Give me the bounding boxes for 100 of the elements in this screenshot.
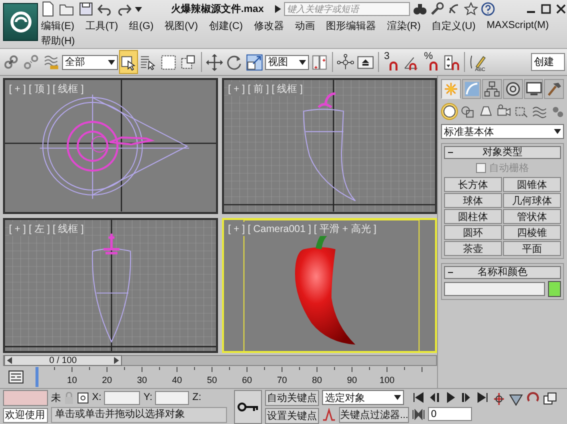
hierarchy-tab[interactable]	[482, 79, 502, 99]
caret-icon	[299, 60, 306, 64]
object-type-button[interactable]: 圆环	[444, 225, 502, 240]
rectangle-selection-icon	[160, 52, 177, 72]
go-to-end-icon[interactable]	[476, 391, 489, 404]
geometry-category-button[interactable]	[441, 103, 458, 120]
object-type-button[interactable]: 管状体	[503, 209, 561, 224]
menu-item[interactable]: 动画	[294, 18, 316, 32]
mini-curve-editor-icon[interactable]	[8, 370, 24, 384]
app-logo-icon[interactable]	[3, 3, 38, 41]
percent-snap-button[interactable]: %	[422, 50, 441, 74]
rollout-header[interactable]: 名称和颜色	[444, 266, 561, 279]
transform-mode-icon[interactable]	[77, 392, 89, 404]
frame-tick-label: 40	[172, 375, 182, 385]
frame-tick-label: 30	[137, 375, 147, 385]
caret-icon	[394, 395, 401, 400]
object-type-button[interactable]: 几何球体	[503, 193, 561, 208]
select-object-button[interactable]	[119, 50, 138, 74]
frame-tick-label: 50	[207, 375, 217, 385]
scale-icon	[246, 52, 263, 72]
menu-item[interactable]: 工具(T)	[84, 18, 120, 32]
menu-item[interactable]: MAXScript(M)	[486, 20, 550, 31]
utilities-tab[interactable]	[544, 79, 564, 99]
set-key-mode-button[interactable]: 设置关键点	[265, 408, 319, 424]
selection-status: 未	[51, 392, 61, 404]
snap-toggle-icon	[389, 61, 398, 71]
key-icon	[237, 401, 259, 413]
set-key-button[interactable]	[234, 390, 262, 424]
coordinate-label: Z:	[192, 392, 202, 403]
reference-coordinate-dropdown[interactable]: 视图	[265, 54, 309, 70]
frame-tick-label: 20	[102, 375, 112, 385]
menu-item[interactable]: 视图(V)	[164, 18, 199, 32]
coordinate-label: X:	[92, 392, 102, 403]
motion-tab[interactable]	[503, 79, 523, 99]
frame-tick-label: 10	[67, 375, 77, 385]
object-class-dropdown[interactable]: 标准基本体	[441, 124, 564, 139]
close-icon[interactable]	[555, 3, 567, 15]
caret-icon	[554, 129, 561, 134]
menu-item[interactable]: 编辑(E)	[40, 18, 76, 32]
object-type-button[interactable]: 圆柱体	[444, 209, 502, 224]
display-tab[interactable]	[524, 79, 544, 99]
key-mode-toggle-icon[interactable]	[412, 408, 425, 420]
zoom-axis-icon[interactable]	[492, 392, 506, 406]
object-type-button[interactable]: 茶壶	[444, 241, 502, 256]
arrow-left-icon[interactable]	[7, 357, 12, 364]
star-icon[interactable]	[464, 2, 478, 16]
object-type-button[interactable]: 长方体	[444, 177, 502, 192]
maximize-viewport-icon[interactable]	[543, 392, 557, 406]
key-mode-dropdown[interactable]: 选定对象	[322, 390, 404, 405]
maximize-icon[interactable]	[540, 3, 552, 15]
object-type-button[interactable]: 圆锥体	[503, 177, 561, 192]
object-type-button[interactable]: 球体	[444, 193, 502, 208]
color-swatch[interactable]	[548, 281, 561, 297]
object-type-button[interactable]: 平面	[503, 241, 561, 256]
go-to-start-icon[interactable]	[412, 391, 425, 404]
move-icon	[206, 52, 223, 72]
manipulate-icon	[337, 52, 354, 72]
key-filters-button[interactable]: 关键点过滤器...	[339, 407, 409, 423]
menu-item[interactable]: 渲染(R)	[386, 18, 422, 32]
menu-item[interactable]: 图形编辑器	[324, 18, 377, 32]
previous-frame-icon[interactable]	[428, 391, 441, 404]
track-bar[interactable]: 10 20 30 40 50 60 70 80 90 100	[30, 367, 432, 387]
selection-filter-dropdown[interactable]: 全部	[62, 54, 118, 70]
window-crossing-icon	[180, 52, 197, 72]
welcome-field[interactable]: 欢迎使用	[3, 408, 48, 423]
menu-item[interactable]: 帮助(H)	[40, 34, 76, 48]
auto-key-button[interactable]: 自动关键点	[265, 390, 319, 406]
caret-icon	[108, 60, 115, 64]
play-icon[interactable]	[444, 391, 457, 404]
save-icon[interactable]	[78, 1, 94, 17]
named-selection-field[interactable]: 创建	[531, 53, 565, 71]
percent-snap-icon	[429, 61, 438, 71]
new-file-icon[interactable]	[40, 1, 56, 17]
coordinate-field[interactable]	[155, 390, 190, 404]
menu-item[interactable]: 自定义(U)	[430, 18, 477, 32]
menu-item[interactable]: 修改器	[252, 18, 285, 32]
name-field[interactable]	[444, 282, 545, 296]
expand-arrow-icon[interactable]	[274, 5, 281, 13]
unlink-icon	[23, 52, 40, 72]
coordinate-field[interactable]	[104, 390, 140, 404]
rollout-title: 名称和颜色	[478, 268, 528, 278]
frame-tick-label: 100	[379, 375, 395, 385]
menu-item[interactable]: 组(G)	[128, 18, 155, 32]
time-slider-thumb[interactable]: 0 / 100	[4, 355, 122, 366]
arrow-right-icon[interactable]	[114, 357, 119, 364]
script-listener-field[interactable]	[3, 390, 48, 406]
snap-toggle-button[interactable]: 3	[382, 50, 401, 74]
menu-item[interactable]: 创建(C)	[208, 18, 244, 32]
rollout-header[interactable]: 对象类型	[444, 146, 561, 159]
object-type-button[interactable]: 四棱锥	[503, 225, 561, 240]
wrench-icon[interactable]	[430, 2, 444, 16]
binoculars-icon[interactable]	[412, 2, 427, 16]
frame-field[interactable]: 0	[428, 407, 472, 421]
search-field[interactable]: 键入关键字或短语	[284, 2, 410, 16]
key-curve-icon[interactable]	[322, 408, 336, 422]
link-icon	[3, 52, 20, 72]
frame-tick-label: 70	[277, 375, 287, 385]
edit-named-selection-icon	[469, 52, 486, 72]
help-icon[interactable]	[480, 2, 495, 16]
field-of-view-icon[interactable]	[509, 392, 523, 406]
